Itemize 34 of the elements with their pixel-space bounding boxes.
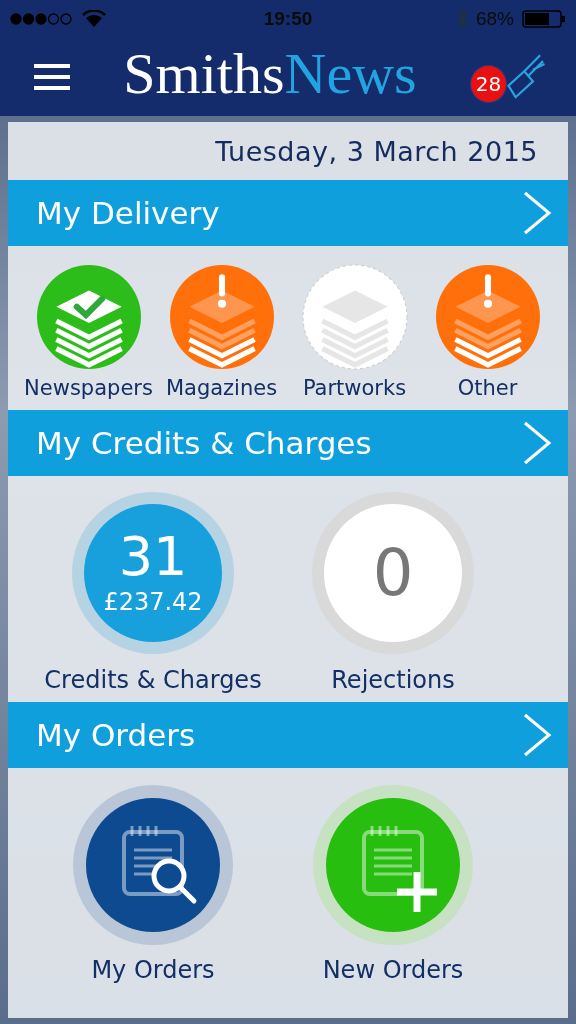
- credits-button[interactable]: 31 £237.42: [72, 492, 234, 654]
- rejections-button[interactable]: 0: [312, 492, 474, 654]
- category-label: Other: [457, 376, 518, 400]
- category-label: Partworks: [302, 376, 407, 400]
- notepad-plus-icon[interactable]: [312, 784, 474, 946]
- signal-icon: [10, 12, 74, 26]
- chevron-right-icon: [522, 421, 552, 465]
- tile-label: Credits & Charges: [44, 666, 262, 694]
- alert-stack-icon[interactable]: [168, 264, 275, 370]
- wifi-icon: [82, 10, 106, 28]
- check-stack-icon[interactable]: [35, 264, 142, 370]
- menu-icon[interactable]: [34, 64, 70, 90]
- notepad-search-icon[interactable]: [72, 784, 234, 946]
- alert-stack-icon[interactable]: [434, 264, 541, 370]
- chevron-right-icon: [522, 191, 552, 235]
- chevron-right-icon: [522, 713, 552, 757]
- count: 31: [118, 530, 188, 584]
- category-label: Magazines: [165, 376, 278, 400]
- battery-icon: [522, 9, 566, 29]
- logo: SmithsNews: [122, 45, 418, 103]
- tile-label: Rejections: [331, 666, 455, 694]
- section-header[interactable]: My Orders: [8, 702, 568, 768]
- count: 0: [372, 541, 414, 605]
- tile-label: New Orders: [322, 956, 464, 984]
- bluetooth-icon: [455, 9, 468, 29]
- status-time: 19:50: [263, 8, 313, 30]
- tile-label: My Orders: [91, 956, 215, 984]
- section-header[interactable]: My Delivery: [8, 180, 568, 246]
- amount: £237.42: [103, 588, 203, 616]
- category-label: Newspapers: [24, 376, 153, 400]
- date-text: Tuesday, 3 March 2015: [215, 135, 538, 167]
- section-header[interactable]: My Credits & Charges: [8, 410, 568, 476]
- notification-badge: 28: [470, 65, 508, 103]
- battery-percent: 68%: [475, 8, 514, 30]
